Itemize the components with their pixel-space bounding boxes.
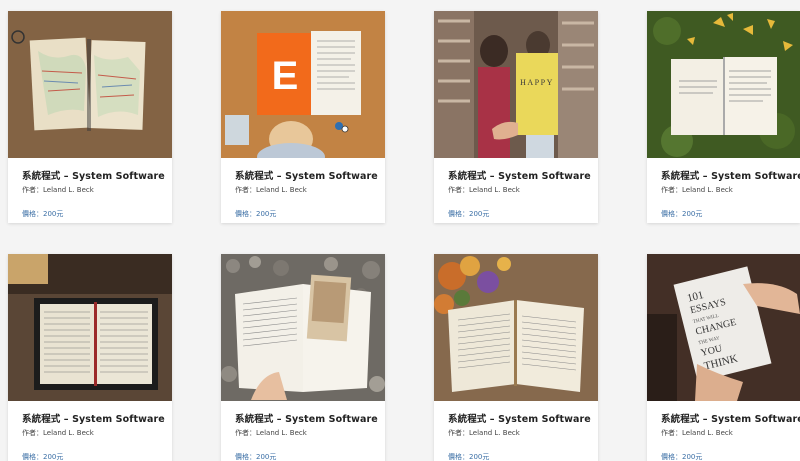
product-price: 價格：200元 (235, 453, 277, 461)
product-author: 作者：Leland L. Beck (22, 186, 94, 194)
product-price: 價格：200元 (22, 453, 64, 461)
product-price: 價格：200元 (235, 210, 277, 218)
product-author: 作者：Leland L. Beck (448, 186, 520, 194)
product-card[interactable]: 系統程式 – System Software 作者：Leland L. Beck… (8, 254, 172, 461)
product-image-bible-on-table[interactable] (8, 254, 172, 401)
product-card[interactable]: E 系統程式 – System Software 作者：Leland L. Be… (221, 11, 385, 223)
product-title[interactable]: 系統程式 – System Software (22, 168, 172, 182)
product-image-orange-e-book[interactable]: E (221, 11, 385, 158)
product-image-bible-with-flowers[interactable] (434, 254, 598, 401)
product-card[interactable]: 系統程式 – System Software 作者：Leland L. Beck… (434, 254, 598, 461)
product-author: 作者：Leland L. Beck (448, 429, 520, 437)
product-card[interactable]: 101 ESSAYS THAT WILL CHANGE THE WAY YOU … (647, 254, 800, 461)
product-author: 作者：Leland L. Beck (661, 186, 733, 194)
product-author: 作者：Leland L. Beck (235, 429, 307, 437)
product-grid: 系統程式 – System Software 作者：Leland L. Beck… (0, 0, 800, 461)
product-card[interactable]: 系統程式 – System Software 作者：Leland L. Beck… (221, 254, 385, 461)
product-title[interactable]: 系統程式 – System Software (448, 411, 598, 425)
product-image-essays-book[interactable]: 101 ESSAYS THAT WILL CHANGE THE WAY YOU … (647, 254, 800, 401)
product-price: 價格：200元 (661, 210, 703, 218)
product-title[interactable]: 系統程式 – System Software (235, 411, 385, 425)
product-card[interactable]: 系統程式 – System Software 作者：Leland L. Beck… (8, 11, 172, 223)
product-title[interactable]: 系統程式 – System Software (22, 411, 172, 425)
product-image-book-on-pebbles[interactable] (221, 254, 385, 401)
product-title[interactable]: 系統程式 – System Software (661, 168, 800, 182)
book-cover-letter: E (272, 54, 299, 98)
product-title[interactable]: 系統程式 – System Software (235, 168, 385, 182)
product-author: 作者：Leland L. Beck (661, 429, 733, 437)
product-author: 作者：Leland L. Beck (22, 429, 94, 437)
book-cover-title: HAPPY (520, 78, 554, 87)
product-image-happy-book[interactable]: HAPPY (434, 11, 598, 158)
product-title[interactable]: 系統程式 – System Software (661, 411, 800, 425)
product-image-map-book[interactable] (8, 11, 172, 158)
product-price: 價格：200元 (448, 210, 490, 218)
product-image-book-on-moss[interactable] (647, 11, 800, 158)
product-title[interactable]: 系統程式 – System Software (448, 168, 598, 182)
product-price: 價格：200元 (661, 453, 703, 461)
product-card[interactable]: 系統程式 – System Software 作者：Leland L. Beck… (647, 11, 800, 223)
product-price: 價格：200元 (448, 453, 490, 461)
product-price: 價格：200元 (22, 210, 64, 218)
product-card[interactable]: HAPPY 系統程式 – System Software 作者：Leland L… (434, 11, 598, 223)
product-author: 作者：Leland L. Beck (235, 186, 307, 194)
